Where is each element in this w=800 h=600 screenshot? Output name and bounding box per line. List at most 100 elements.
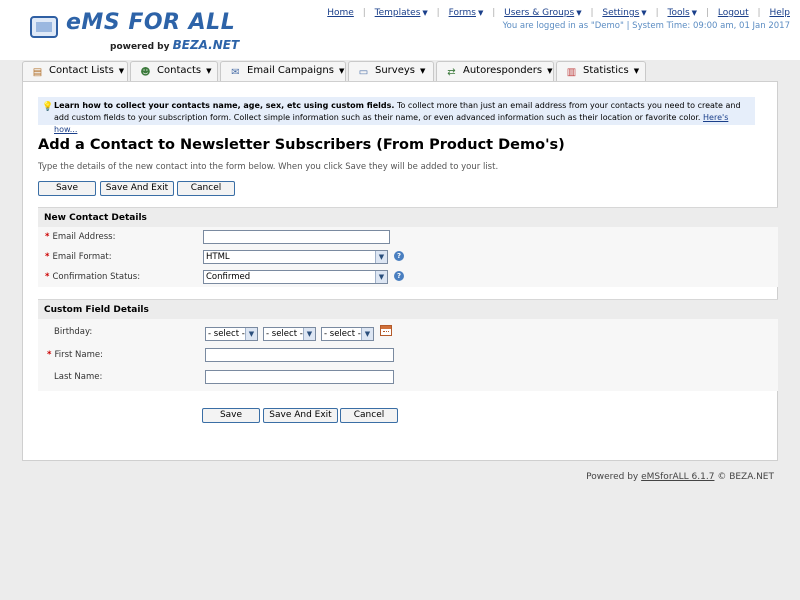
logo-text: eMS FOR ALL [66,10,236,35]
tab-label: Email Campaigns [247,65,334,76]
first-name-label-text: First Name: [54,350,103,360]
nav-separator: | [655,8,659,18]
birthday-month-value: - select - [266,329,303,339]
chevron-down-icon[interactable]: ▼ [576,9,581,17]
chevron-down-icon: ▼ [206,67,212,75]
birthday-year-select[interactable]: - select - ▼ [321,327,374,341]
chevron-down-icon[interactable]: ▼ [375,271,387,283]
top-navigation: Home | Templates ▼ | Forms ▼ | Users & Gro… [327,8,790,18]
nav-separator: | [705,8,709,18]
email-format-label: * Email Format: [45,252,112,262]
nav-help[interactable]: Help [769,8,790,18]
save-and-exit-button-bottom[interactable]: Save And Exit [263,408,338,423]
required-marker: * [47,350,52,360]
email-format-value: HTML [206,252,230,262]
footer-prefix: Powered by [586,472,642,482]
first-name-input[interactable] [205,348,394,362]
cancel-button-top[interactable]: Cancel [177,181,235,196]
contact-details-body [38,227,778,287]
birthday-day-select[interactable]: - select - ▼ [205,327,258,341]
tab-label: Surveys [375,65,415,76]
header: eMS FOR ALL powered by BEZA.NET Home | T… [0,0,800,60]
tab-autoresponders[interactable]: ⇄ Autoresponders ▼ [436,61,554,81]
tab-statistics[interactable]: ▥ Statistics ▼ [556,61,646,81]
tab-contact-lists[interactable]: ▤ Contact Lists ▼ [22,61,128,81]
autoresponders-icon: ⇄ [447,67,456,78]
calendar-icon[interactable] [380,325,392,336]
chevron-down-icon[interactable]: ▼ [245,328,257,340]
logo[interactable]: eMS FOR ALL powered by BEZA.NET [30,10,240,52]
powered-prefix: powered by [110,42,170,52]
nav-separator: | [590,8,594,18]
custom-fields-header: Custom Field Details [38,299,778,319]
login-status: You are logged in as "Demo" | System Tim… [502,21,790,31]
contact-details-header: New Contact Details [38,207,778,227]
tab-email-campaigns[interactable]: ✉ Email Campaigns ▼ [220,61,346,81]
lightbulb-icon: 💡 [42,102,54,112]
confirmation-status-value: Confirmed [206,272,251,282]
chevron-down-icon: ▼ [118,67,125,75]
contact-lists-icon: ▤ [32,67,43,78]
tab-label: Statistics [583,65,629,76]
logo-powered-by: powered by BEZA.NET [110,38,239,52]
birthday-month-select[interactable]: - select - ▼ [263,327,316,341]
chevron-down-icon[interactable]: ▼ [692,9,697,17]
required-marker: * [45,252,50,262]
surveys-icon: ▭ [358,67,369,78]
nav-home[interactable]: Home [327,8,354,18]
custom-fields-body [38,319,778,391]
save-button-top[interactable]: Save [38,181,96,196]
birthday-year-value: - select - [324,329,361,339]
nav-separator: | [492,8,496,18]
last-name-input[interactable] [205,370,394,384]
tab-contacts[interactable]: ☻ Contacts ▼ [130,61,218,81]
chevron-down-icon: ▼ [547,67,553,75]
nav-forms[interactable]: Forms [449,8,476,18]
main-panel: 💡 Learn how to collect your contacts nam… [22,81,778,461]
tab-surveys[interactable]: ▭ Surveys ▼ [348,61,434,81]
footer: Powered by eMSforALL 6.1.7 © BEZA.NET [586,472,774,482]
nav-users-groups[interactable]: Users & Groups [504,8,574,18]
save-and-exit-button-top[interactable]: Save And Exit [100,181,174,196]
logo-icon [30,16,58,38]
footer-suffix: © BEZA.NET [714,472,774,482]
email-address-label: * Email Address: [45,232,115,242]
format-label-text: Email Format: [52,252,112,262]
footer-version-link[interactable]: eMSforALL 6.1.7 [641,472,714,482]
page-intro: Type the details of the new contact into… [38,162,499,172]
chevron-down-icon: ▼ [338,67,345,75]
nav-templates[interactable]: Templates [375,8,421,18]
cancel-button-bottom[interactable]: Cancel [340,408,398,423]
tip-heading: Learn how to collect your contacts name,… [54,101,395,110]
chevron-down-icon[interactable]: ▼ [422,9,427,17]
nav-separator: | [757,8,761,18]
birthday-day-value: - select - [208,329,245,339]
email-format-select[interactable]: HTML ▼ [203,250,388,264]
nav-logout[interactable]: Logout [718,8,749,18]
nav-tools[interactable]: Tools [667,8,689,18]
chevron-down-icon[interactable]: ▼ [375,251,387,263]
nav-separator: | [436,8,440,18]
first-name-label: * First Name: [47,350,103,360]
confirmation-status-label: * Confirmation Status: [45,272,140,282]
required-marker: * [45,272,50,282]
email-icon: ✉ [231,67,240,78]
chevron-down-icon[interactable]: ▼ [303,328,315,340]
chevron-down-icon: ▼ [420,67,426,75]
powered-brand: BEZA.NET [172,38,240,52]
save-button-bottom[interactable]: Save [202,408,260,423]
help-icon[interactable]: ? [394,251,404,261]
email-address-input[interactable] [203,230,390,244]
chevron-down-icon[interactable]: ▼ [361,328,373,340]
birthday-label: Birthday: [54,327,93,337]
confirmation-status-select[interactable]: Confirmed ▼ [203,270,388,284]
nav-settings[interactable]: Settings [602,8,639,18]
chevron-down-icon[interactable]: ▼ [641,9,646,17]
status-label-text: Confirmation Status: [52,272,141,282]
page-title: Add a Contact to Newsletter Subscribers … [38,137,565,153]
help-icon[interactable]: ? [394,271,404,281]
tab-label: Contacts [157,65,202,76]
contacts-icon: ☻ [140,67,151,78]
statistics-icon: ▥ [566,67,577,78]
chevron-down-icon[interactable]: ▼ [478,9,483,17]
